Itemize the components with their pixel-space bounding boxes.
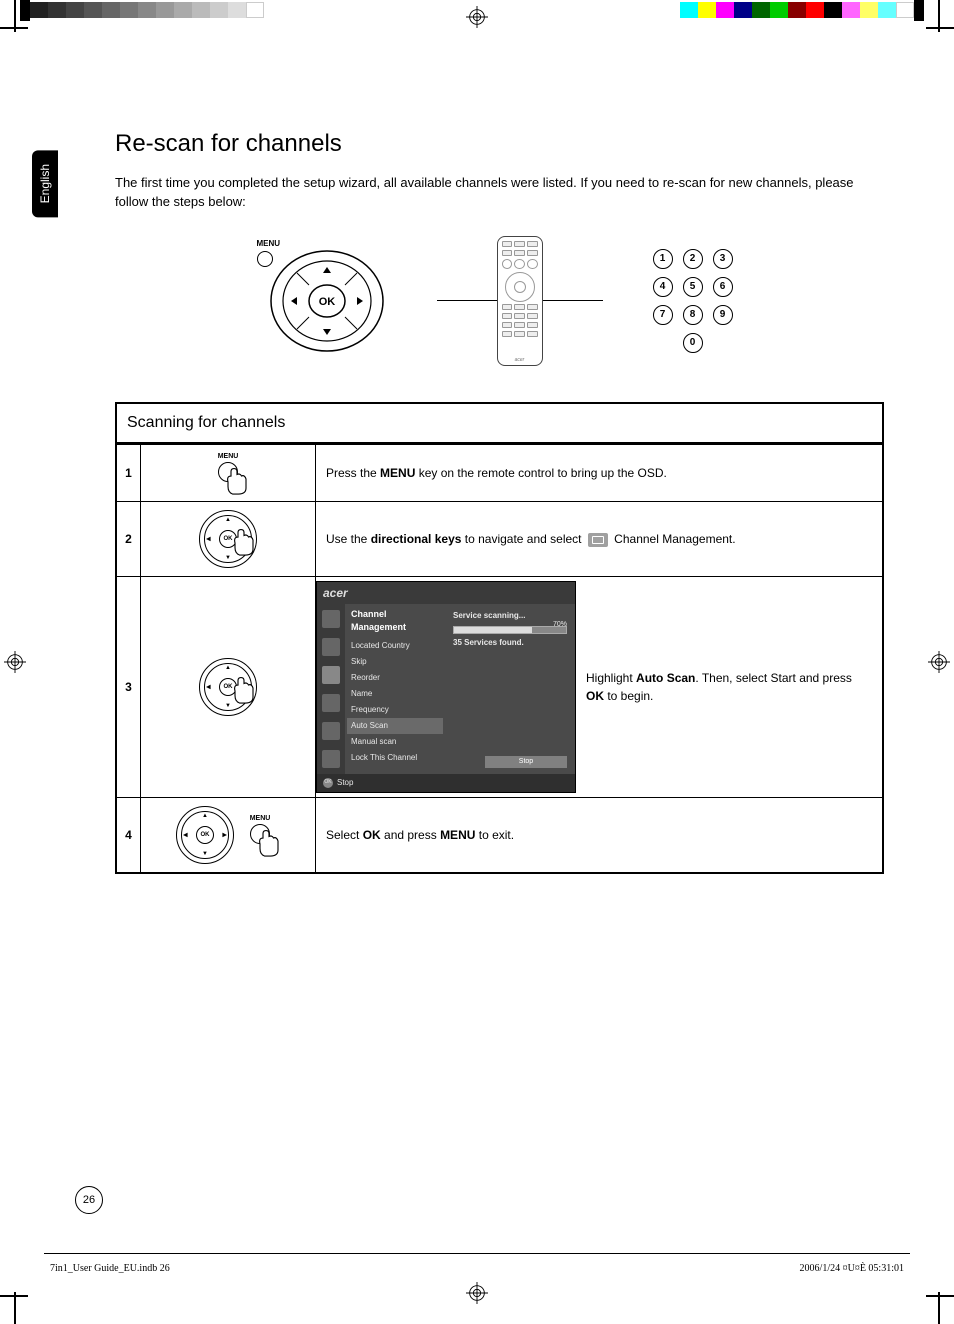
registration-mark-icon: [466, 1282, 488, 1304]
osd-nav-icon: [322, 666, 340, 684]
key-8: 8: [683, 305, 703, 325]
osd-foot-stop: Stop: [337, 777, 353, 789]
key-0: 0: [683, 333, 703, 353]
osd-item-selected: Auto Scan: [347, 718, 443, 734]
step-image: OK ▲▼◀▶: [141, 502, 316, 576]
steps-table: Scanning for channels 1 MENU Press the M…: [115, 402, 884, 874]
page-number: 26: [75, 1186, 103, 1214]
registration-mark-icon: [466, 6, 488, 28]
key-6: 6: [713, 277, 733, 297]
step-number: 1: [117, 445, 141, 501]
key-3: 3: [713, 249, 733, 269]
osd-screenshot: acer: [316, 581, 576, 793]
osd-logo: acer: [323, 586, 348, 600]
step-description: Press the MENU key on the remote control…: [316, 445, 882, 501]
osd-nav-icon: [322, 638, 340, 656]
registration-mark-icon: [4, 651, 26, 673]
intro-text: The first time you completed the setup w…: [115, 174, 884, 212]
color-bar-left: [20, 2, 264, 18]
table-header: Scanning for channels: [117, 404, 882, 444]
step-image: MENU: [141, 445, 316, 501]
osd-nav-icon: [322, 610, 340, 628]
key-2: 2: [683, 249, 703, 269]
language-tab: English: [32, 150, 58, 217]
table-row: 1 MENU Press the MENU key on the remote …: [117, 444, 882, 501]
osd-services-found: 35 Services found.: [453, 637, 567, 649]
osd-nav-icon: [322, 694, 340, 712]
key-5: 5: [683, 277, 703, 297]
color-bar-right: [680, 2, 924, 18]
dpad-icon: OK ▲▼◀▶: [176, 806, 234, 864]
footer-divider: [44, 1253, 910, 1254]
step-description: Select OK and press MENU to exit.: [316, 798, 882, 872]
keypad-diagram: 1 2 3 4 5 6 7 8 9 0: [653, 249, 733, 353]
table-row: 3 OK ▲▼◀▶ acer: [117, 576, 882, 797]
key-1: 1: [653, 249, 673, 269]
osd-heading: Channel Management: [351, 608, 439, 635]
channel-management-icon: [588, 533, 608, 547]
table-row: 4 OK ▲▼◀▶ MENU: [117, 797, 882, 872]
osd-progress-bar: [453, 626, 567, 634]
osd-stop-button: Stop: [485, 756, 567, 768]
registration-mark-icon: [928, 651, 950, 673]
dpad-diagram: MENU OK: [267, 241, 387, 361]
step-number: 2: [117, 502, 141, 576]
diagram-row: MENU OK: [115, 236, 884, 366]
step-number: 4: [117, 798, 141, 872]
osd-progress-percent: 70%: [553, 620, 567, 631]
hand-press-icon: [229, 676, 259, 706]
key-4: 4: [653, 277, 673, 297]
step-description: Use the directional keys to navigate and…: [316, 502, 882, 576]
footer: 7in1_User Guide_EU.indb 26 2006/1/24 ¤U¤…: [50, 1263, 904, 1274]
step-image: OK ▲▼◀▶ MENU: [141, 798, 316, 872]
osd-ok-icon: OK: [323, 778, 333, 788]
step-number: 3: [117, 577, 141, 797]
step-description: acer: [316, 577, 882, 797]
step-image: OK ▲▼◀▶: [141, 577, 316, 797]
page-title: Re-scan for channels: [115, 130, 884, 158]
key-7: 7: [653, 305, 673, 325]
hand-press-icon: [254, 829, 284, 859]
table-row: 2 OK ▲▼◀▶ Use the directional keys to na…: [117, 501, 882, 576]
remote-diagram: acer: [497, 236, 543, 366]
footer-right: 2006/1/24 ¤U¤È 05:31:01: [800, 1263, 904, 1274]
key-9: 9: [713, 305, 733, 325]
footer-left: 7in1_User Guide_EU.indb 26: [50, 1263, 170, 1274]
osd-scanning-label: Service scanning...: [453, 610, 567, 622]
osd-nav-icon: [322, 750, 340, 768]
ok-label: OK: [318, 296, 335, 308]
osd-nav-icon: [322, 722, 340, 740]
hand-press-icon: [229, 528, 259, 558]
hand-press-icon: [222, 467, 252, 497]
